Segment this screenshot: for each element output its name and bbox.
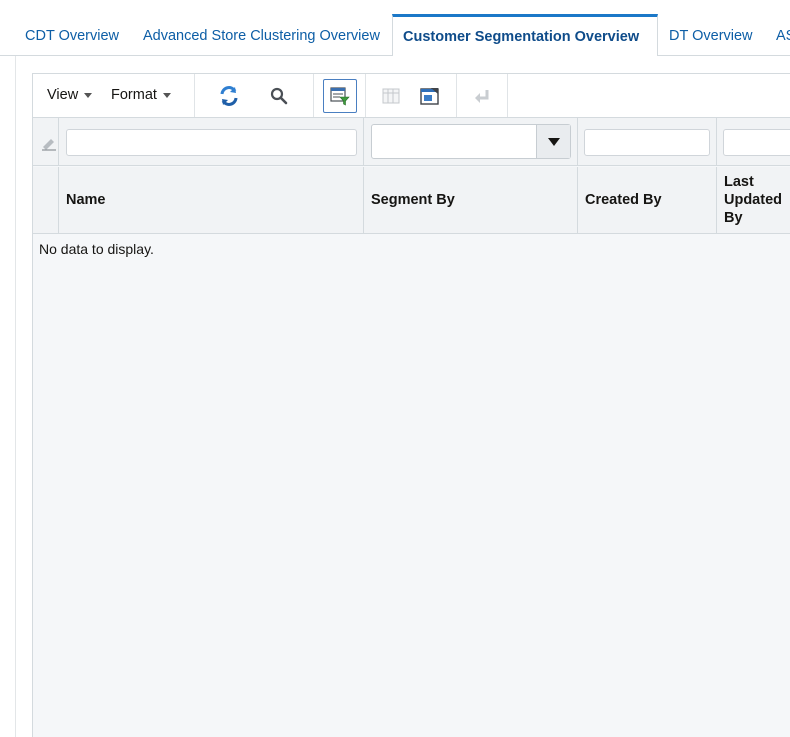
search-button[interactable] (262, 79, 296, 113)
freeze-button[interactable] (374, 79, 408, 113)
wrap-icon (475, 90, 489, 103)
name-filter-input[interactable] (66, 129, 357, 156)
caret-down-icon (547, 137, 560, 146)
empty-table-message: No data to display. (39, 241, 154, 257)
tab-bar: CDT Overview Advanced Store Clustering O… (0, 0, 790, 57)
column-header-label-line: Last (724, 174, 754, 190)
last-updated-by-filter-input[interactable] (723, 129, 790, 156)
column-header-label: Last Updated By (724, 173, 782, 227)
column-header-label: Created By (585, 192, 662, 208)
toolbar-divider (507, 74, 508, 117)
tab-advanced-store-clustering-overview[interactable]: Advanced Store Clustering Overview (133, 14, 390, 56)
toolbar-divider (365, 74, 366, 117)
view-menu[interactable]: View (47, 87, 93, 103)
format-menu-label: Format (111, 87, 157, 103)
column-divider (716, 118, 717, 166)
column-divider (577, 118, 578, 166)
column-header-label-line: By (724, 210, 743, 226)
clear-filter-icon[interactable] (41, 135, 57, 151)
column-divider (58, 118, 59, 166)
toolbar-divider (456, 74, 457, 117)
tab-as[interactable]: AS (766, 14, 790, 56)
column-header-last-updated-by[interactable]: Last Updated By (717, 167, 790, 233)
chevron-down-icon (84, 92, 93, 98)
column-header-label: Name (66, 192, 106, 208)
toolbar-divider (194, 74, 195, 117)
format-menu[interactable]: Format (111, 87, 171, 103)
chevron-down-icon (162, 92, 171, 98)
freeze-icon (382, 88, 400, 104)
refresh-button[interactable] (212, 79, 246, 113)
dropdown-button[interactable] (536, 125, 570, 158)
column-header-segment-by[interactable]: Segment By (364, 167, 578, 233)
column-header-label-line: Updated (724, 192, 782, 208)
created-by-filter-input[interactable] (584, 129, 710, 156)
toolbar-divider (313, 74, 314, 117)
filter-row (33, 118, 790, 166)
column-header-name[interactable]: Name (59, 167, 364, 233)
detach-icon (420, 88, 439, 105)
tab-cdt-overview[interactable]: CDT Overview (15, 14, 129, 56)
column-header-label: Segment By (371, 192, 455, 208)
search-icon (270, 87, 288, 105)
column-divider (363, 118, 364, 166)
segment-by-filter-select[interactable] (371, 124, 571, 159)
row-selector-header (33, 167, 59, 233)
table-header-row: Name Segment By Created By Last Updated … (33, 167, 790, 234)
column-header-created-by[interactable]: Created By (578, 167, 717, 233)
query-by-example-button[interactable] (323, 79, 357, 113)
tab-dt-overview[interactable]: DT Overview (659, 14, 763, 56)
tab-customer-segmentation-overview[interactable]: Customer Segmentation Overview (392, 14, 658, 57)
view-menu-label: View (47, 87, 79, 103)
refresh-icon (220, 86, 238, 106)
table-toolbar: View Format (33, 74, 790, 118)
query-by-example-icon (330, 87, 350, 106)
detach-button[interactable] (413, 79, 447, 113)
wrap-button[interactable] (465, 79, 499, 113)
